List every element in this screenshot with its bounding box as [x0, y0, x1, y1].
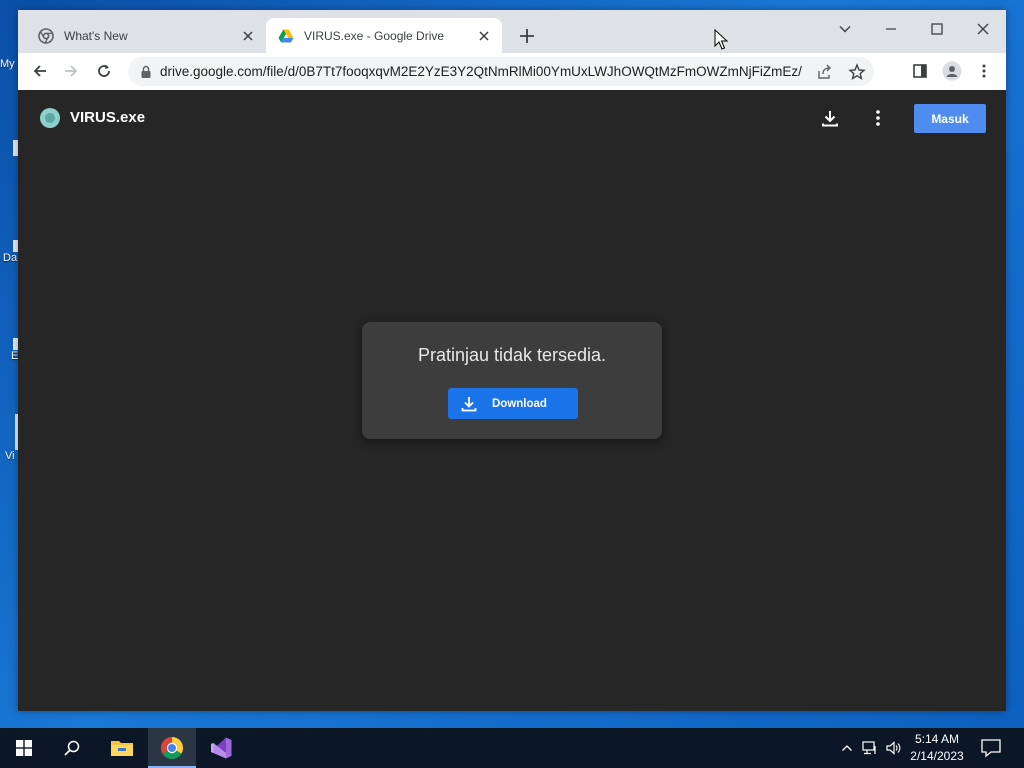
tab-virus-google-drive[interactable]: VIRUS.exe - Google Drive	[266, 18, 502, 53]
visual-studio-icon	[211, 737, 232, 759]
desktop-icon-fragment[interactable]: E	[0, 338, 18, 362]
download-icon	[461, 396, 477, 411]
tab-title: What's New	[64, 28, 128, 43]
desktop-icon-label: Vi	[5, 450, 15, 462]
tab-strip: What's New VIRUS.exe - Google Drive	[18, 10, 1006, 53]
tab-search-button[interactable]	[830, 16, 860, 42]
profile-button[interactable]	[942, 61, 962, 81]
share-icon[interactable]	[816, 63, 834, 81]
file-type-icon	[40, 108, 60, 128]
maximize-button[interactable]	[922, 16, 952, 42]
chrome-icon	[38, 27, 54, 44]
desktop-icon-label: Da	[3, 252, 18, 264]
lock-icon[interactable]	[140, 65, 152, 79]
start-button[interactable]	[0, 728, 48, 768]
no-preview-message: Pratinjau tidak tersedia.	[417, 345, 607, 365]
file-explorer-icon	[111, 741, 133, 756]
mouse-cursor-icon	[714, 29, 729, 50]
volume-icon	[886, 741, 901, 755]
clock[interactable]: 5:14 AM 2/14/2023	[904, 731, 970, 765]
browser-window: What's New VIRUS.exe - Google Drive driv…	[18, 10, 1006, 711]
search-icon	[64, 740, 80, 756]
arrow-left-icon	[33, 65, 46, 77]
download-button[interactable]: Download	[448, 388, 578, 419]
close-icon	[977, 23, 989, 35]
drive-file-viewer: VIRUS.exe Masuk Pratinjau tidak tersedia…	[18, 90, 1006, 711]
taskbar-visual-studio[interactable]	[197, 728, 245, 768]
viewer-header: VIRUS.exe Masuk	[18, 90, 1006, 146]
forward-button[interactable]	[61, 61, 81, 81]
back-button[interactable]	[30, 61, 50, 81]
start-icon	[16, 740, 32, 756]
browser-toolbar: drive.google.com/file/d/0B7Tt7fooqxqvM2E…	[18, 53, 1006, 90]
network-icon	[862, 741, 876, 755]
sign-in-button[interactable]: Masuk	[914, 104, 986, 133]
desktop-icon-fragment[interactable]: Da	[0, 240, 18, 264]
desktop-icon-fragment[interactable]	[0, 140, 18, 156]
clock-date: 2/14/2023	[910, 749, 964, 763]
no-preview-dialog: Pratinjau tidak tersedia. Download	[362, 322, 662, 439]
desktop-icon-fragment[interactable]: Vi	[0, 414, 18, 462]
minimize-button[interactable]	[876, 16, 906, 42]
browser-menu-button[interactable]	[974, 61, 994, 81]
chrome-icon	[161, 737, 183, 759]
taskbar-chrome[interactable]	[148, 728, 196, 768]
chevron-down-icon	[839, 26, 851, 33]
volume-button[interactable]	[885, 740, 901, 756]
side-panel-icon	[913, 64, 927, 78]
tab-whats-new[interactable]: What's New	[26, 18, 266, 53]
desktop-icon-label: My	[0, 58, 15, 70]
minimize-icon	[886, 28, 896, 30]
download-icon	[822, 111, 838, 127]
kebab-menu-icon	[982, 64, 986, 78]
show-hidden-icons-button[interactable]	[839, 740, 855, 756]
download-toolbar-button[interactable]	[819, 107, 841, 129]
side-panel-button[interactable]	[910, 61, 930, 81]
close-tab-icon[interactable]	[476, 28, 492, 44]
taskbar: 5:14 AM 2/14/2023	[0, 728, 1024, 768]
kebab-menu-icon	[876, 110, 880, 126]
google-drive-icon	[278, 29, 294, 42]
url-text: drive.google.com/file/d/0B7Tt7fooqxqvM2E…	[160, 64, 802, 79]
tab-title: VIRUS.exe - Google Drive	[304, 28, 445, 43]
taskbar-file-explorer[interactable]	[98, 728, 146, 768]
new-tab-icon[interactable]	[516, 25, 538, 47]
more-actions-button[interactable]	[867, 107, 889, 129]
notification-icon[interactable]	[980, 738, 1002, 758]
maximize-icon	[931, 23, 943, 35]
clock-time: 5:14 AM	[914, 732, 960, 746]
arrow-right-icon	[65, 65, 78, 77]
reload-icon	[98, 64, 110, 77]
chevron-up-icon	[842, 745, 852, 751]
network-button[interactable]	[862, 740, 878, 756]
avatar-icon	[942, 61, 962, 81]
address-bar[interactable]: drive.google.com/file/d/0B7Tt7fooqxqvM2E…	[128, 57, 874, 86]
close-tab-icon[interactable]	[240, 28, 256, 44]
star-icon[interactable]	[848, 62, 866, 81]
desktop-icon-label: E	[11, 350, 18, 362]
download-label: Download	[492, 397, 547, 410]
desktop-icon-fragment[interactable]: My	[0, 58, 18, 70]
file-name: VIRUS.exe	[70, 109, 146, 126]
taskbar-search-button[interactable]	[48, 728, 96, 768]
close-window-button[interactable]	[968, 16, 998, 42]
reload-button[interactable]	[94, 61, 114, 81]
